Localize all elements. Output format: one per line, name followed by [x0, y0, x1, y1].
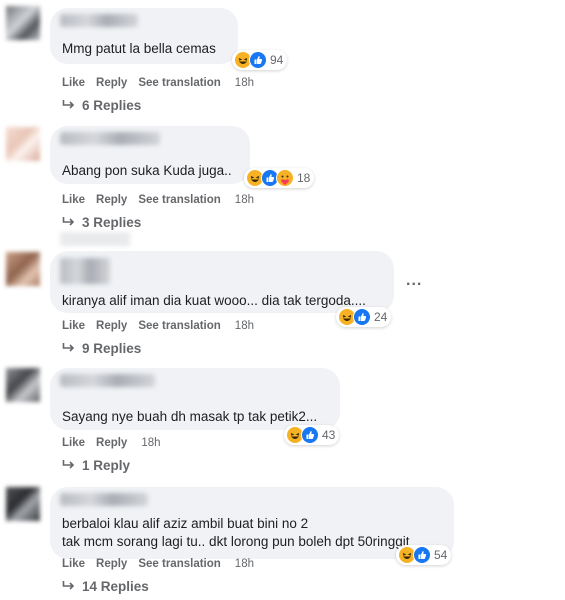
comment-actions: Like Reply See translation 18h: [62, 194, 265, 206]
comment-text: kiranya alif iman dia kuat wooo... dia t…: [62, 293, 366, 308]
reply-link[interactable]: Reply: [96, 437, 127, 449]
comment-actions: Like Reply See translation 18h: [62, 558, 265, 570]
like-link[interactable]: Like: [62, 77, 85, 89]
comment-bubble: Mmg patut la bella cemas: [50, 8, 238, 64]
replies-label: 3 Replies: [82, 215, 142, 230]
view-replies-button[interactable]: 1 Reply: [62, 458, 130, 473]
reaction-count: 54: [434, 548, 448, 562]
comment-bubble: kiranya alif iman dia kuat wooo... dia t…: [50, 251, 394, 313]
reply-arrow-icon: [62, 98, 75, 113]
avatar[interactable]: [6, 127, 40, 161]
like-emoji-icon: [301, 426, 319, 444]
replies-label: 9 Replies: [82, 341, 142, 356]
author-name-redacted[interactable]: [60, 493, 148, 506]
reaction-count: 43: [322, 428, 336, 442]
reaction-summary[interactable]: 24: [336, 307, 392, 327]
view-replies-button[interactable]: 9 Replies: [62, 341, 141, 356]
see-translation-link[interactable]: See translation: [138, 320, 220, 332]
comment-bubble: Abang pon suka Kuda juga..: [50, 126, 250, 184]
comment-actions: Like Reply See translation 18h: [62, 77, 265, 89]
replies-label: 14 Replies: [82, 579, 149, 594]
comment-actions: Like Reply See translation 18h: [62, 320, 265, 332]
view-replies-button[interactable]: 3 Replies: [62, 215, 141, 230]
replies-label: 6 Replies: [82, 98, 142, 113]
avatar[interactable]: [6, 368, 40, 402]
like-link[interactable]: Like: [62, 194, 85, 206]
reply-arrow-icon: [62, 579, 75, 594]
see-translation-link[interactable]: See translation: [138, 77, 220, 89]
timestamp[interactable]: 18h: [141, 437, 160, 449]
like-link[interactable]: Like: [62, 558, 85, 570]
like-link[interactable]: Like: [62, 437, 85, 449]
reaction-summary[interactable]: 43: [284, 425, 340, 445]
comment-actions: Like Reply 18h: [62, 437, 172, 449]
comment-text: Abang pon suka Kuda juga..: [62, 163, 232, 178]
timestamp[interactable]: 18h: [235, 320, 254, 332]
reply-link[interactable]: Reply: [96, 558, 127, 570]
timestamp[interactable]: 18h: [235, 77, 254, 89]
care-emoji-icon: [276, 169, 294, 187]
comment-text-line-1: berbaloi klau alif aziz ambil buat bini …: [62, 516, 309, 531]
see-translation-link[interactable]: See translation: [138, 194, 220, 206]
like-emoji-icon: [353, 308, 371, 326]
author-name-redacted[interactable]: [60, 132, 160, 145]
like-link[interactable]: Like: [62, 320, 85, 332]
comment-text-line-2: tak mcm sorang lagi tu.. dkt lorong pun …: [62, 534, 410, 549]
avatar[interactable]: [6, 6, 40, 40]
reaction-count: 24: [374, 310, 388, 324]
comment-bubble: berbaloi klau alif aziz ambil buat bini …: [50, 487, 454, 559]
reply-link[interactable]: Reply: [96, 77, 127, 89]
reaction-summary[interactable]: 18: [244, 168, 315, 188]
timestamp[interactable]: 18h: [235, 558, 254, 570]
view-replies-button[interactable]: 14 Replies: [62, 579, 149, 594]
redacted-blur: [60, 232, 130, 246]
reply-arrow-icon: [62, 215, 75, 230]
timestamp[interactable]: 18h: [235, 194, 254, 206]
avatar[interactable]: [6, 252, 40, 286]
reply-arrow-icon: [62, 341, 75, 356]
author-name-redacted[interactable]: [60, 374, 155, 387]
reply-link[interactable]: Reply: [96, 194, 127, 206]
reply-link[interactable]: Reply: [96, 320, 127, 332]
view-replies-button[interactable]: 6 Replies: [62, 98, 141, 113]
more-options-icon[interactable]: ...: [406, 272, 422, 290]
author-name-redacted[interactable]: [60, 258, 110, 284]
like-emoji-icon: [413, 546, 431, 564]
avatar[interactable]: [6, 487, 40, 521]
reply-arrow-icon: [62, 458, 75, 473]
author-name-redacted[interactable]: [60, 14, 138, 27]
comment-text: Sayang nye buah dh masak tp tak petik2..…: [62, 409, 318, 424]
comment-text: Mmg patut la bella cemas: [62, 41, 216, 56]
reaction-summary[interactable]: 94: [232, 50, 288, 70]
reaction-count: 18: [297, 171, 311, 185]
comment-bubble: Sayang nye buah dh masak tp tak petik2..…: [50, 368, 340, 430]
replies-label: 1 Reply: [82, 458, 131, 473]
reaction-summary[interactable]: 54: [396, 545, 452, 565]
reaction-count: 94: [270, 53, 284, 67]
see-translation-link[interactable]: See translation: [138, 558, 220, 570]
like-emoji-icon: [249, 51, 267, 69]
